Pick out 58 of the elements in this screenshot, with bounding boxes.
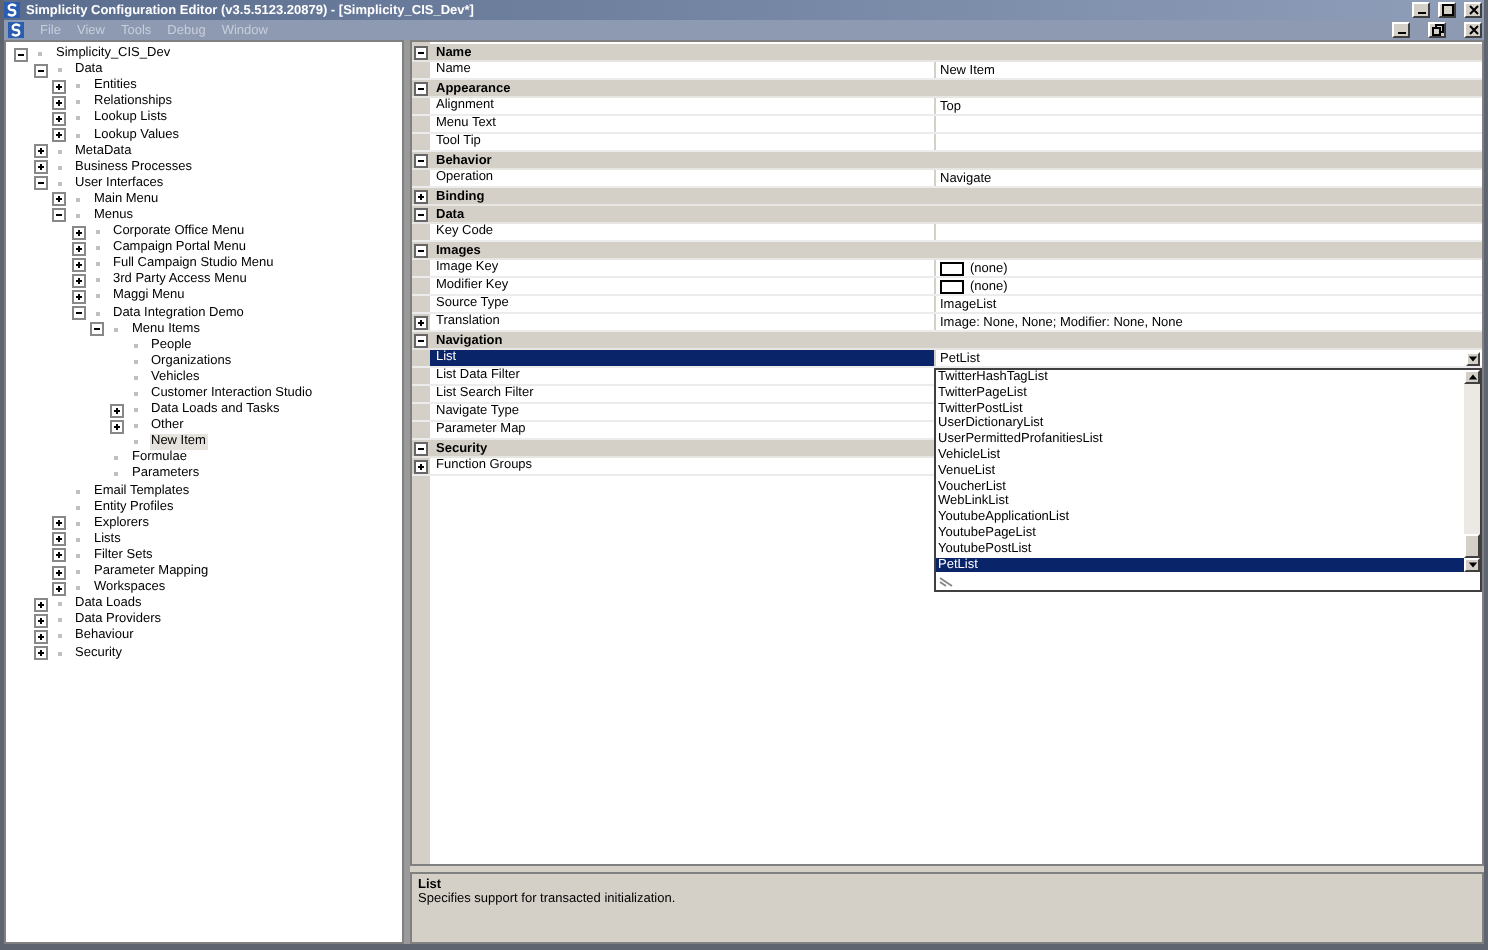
- expander-icon[interactable]: [71, 289, 85, 304]
- image-swatch: [940, 261, 964, 275]
- expander-icon[interactable]: [414, 243, 430, 257]
- expander-icon[interactable]: [33, 63, 47, 78]
- expander-icon[interactable]: [71, 225, 85, 240]
- close-icon: [1467, 24, 1479, 36]
- expander-icon[interactable]: [414, 207, 430, 221]
- expander-icon[interactable]: [33, 160, 47, 175]
- expander-icon[interactable]: [71, 306, 85, 321]
- expander-icon[interactable]: [33, 144, 47, 159]
- expander-icon[interactable]: [414, 153, 430, 167]
- expander-icon[interactable]: [109, 403, 123, 418]
- expander-icon[interactable]: [52, 208, 66, 223]
- expander-icon[interactable]: [414, 81, 430, 95]
- expander-icon[interactable]: [33, 176, 47, 191]
- expander-icon[interactable]: [33, 646, 47, 661]
- scrollbar-thumb[interactable]: [1464, 534, 1480, 559]
- maximize-icon: [1441, 4, 1453, 16]
- expander-icon[interactable]: [52, 516, 66, 531]
- close-button[interactable]: [1464, 22, 1482, 38]
- minimize-button[interactable]: [1392, 22, 1410, 38]
- restore-icon: [1431, 24, 1443, 36]
- expander-icon[interactable]: [414, 333, 430, 347]
- expander-icon[interactable]: [71, 257, 85, 272]
- close-button[interactable]: [1464, 2, 1482, 18]
- expander-icon[interactable]: [414, 458, 430, 474]
- expander-icon[interactable]: [52, 111, 66, 126]
- expander-icon[interactable]: [414, 314, 430, 330]
- expander-icon[interactable]: [52, 192, 66, 207]
- maximize-button[interactable]: [1438, 2, 1456, 18]
- up-arrow-icon: [1467, 372, 1477, 382]
- dropdown-button[interactable]: [1466, 351, 1480, 365]
- expander-icon[interactable]: [52, 548, 66, 563]
- down-arrow-icon: [1467, 560, 1477, 571]
- resize-grip-icon[interactable]: [938, 576, 954, 589]
- expander-icon[interactable]: [33, 613, 47, 628]
- expander-icon[interactable]: [52, 128, 66, 143]
- expander-icon[interactable]: [71, 273, 85, 288]
- expander-icon[interactable]: [14, 47, 28, 62]
- expander-icon[interactable]: [52, 581, 66, 596]
- expander-icon[interactable]: [33, 629, 47, 644]
- expander-icon[interactable]: [52, 79, 66, 94]
- image-swatch: [940, 279, 964, 293]
- expander-icon[interactable]: [71, 241, 85, 256]
- logo-icon: [4, 2, 20, 18]
- expander-icon[interactable]: [33, 597, 47, 612]
- expander-icon[interactable]: [52, 532, 66, 547]
- expander-icon[interactable]: [414, 45, 430, 59]
- expander-icon[interactable]: [414, 441, 430, 455]
- expander-icon[interactable]: [90, 322, 104, 337]
- restore-button[interactable]: [1428, 22, 1446, 38]
- expander-icon[interactable]: [52, 95, 66, 110]
- expander-icon[interactable]: [414, 189, 430, 203]
- close-icon: [1467, 4, 1479, 16]
- scrollbar[interactable]: [1464, 370, 1480, 573]
- minimize-button[interactable]: [1412, 2, 1430, 18]
- expander-icon[interactable]: [109, 419, 123, 434]
- expander-icon[interactable]: [52, 565, 66, 580]
